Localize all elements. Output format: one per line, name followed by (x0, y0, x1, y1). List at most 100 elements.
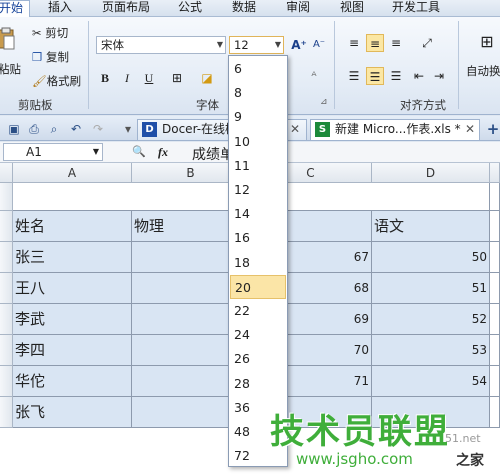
font-size-option[interactable]: 12 (230, 178, 286, 202)
tab-data[interactable]: 数据 (232, 0, 256, 17)
table-cell[interactable]: 50 (372, 242, 490, 273)
chevron-down-icon[interactable]: ▼ (93, 144, 99, 160)
font-size-option[interactable]: 9 (230, 105, 286, 129)
italic-button[interactable]: I (118, 69, 136, 87)
dialog-launcher-icon[interactable]: ⊿ (320, 97, 328, 107)
align-middle-icon[interactable]: ≡ (366, 34, 384, 52)
table-cell[interactable] (490, 335, 500, 366)
table-cell[interactable]: 姓名 (13, 211, 132, 242)
tab-view[interactable]: 视图 (340, 0, 364, 17)
table-cell[interactable] (490, 273, 500, 304)
column-header[interactable] (490, 163, 500, 183)
table-cell[interactable]: 52 (372, 304, 490, 335)
table-cell[interactable] (372, 183, 490, 211)
zoom-icon[interactable]: 🔍 (132, 145, 146, 158)
font-size-option[interactable]: 10 (230, 130, 286, 154)
font-size-option[interactable]: 20 (230, 274, 286, 299)
table-cell[interactable] (490, 397, 500, 428)
table-cell[interactable]: 李四 (13, 335, 132, 366)
print-icon[interactable]: ⎙ (26, 121, 42, 137)
table-cell[interactable]: 张三 (13, 242, 132, 273)
save-icon[interactable]: ▣ (6, 121, 22, 137)
font-size-combo[interactable]: 12 ▼ (229, 36, 284, 54)
table-cell[interactable]: 语文 (372, 211, 490, 242)
doc-tab-workbook[interactable]: S 新建 Micro...作表.xls * ✕ (310, 119, 480, 140)
fill-color-icon[interactable]: ◪ (198, 69, 216, 87)
underline-button[interactable]: U (140, 69, 158, 87)
tab-review[interactable]: 审阅 (286, 0, 310, 17)
customize-icon[interactable]: ▾ (120, 121, 136, 137)
table-cell[interactable]: 李武 (13, 304, 132, 335)
font-family-combo[interactable]: 宋体 ▼ (96, 36, 226, 54)
row-header[interactable] (0, 304, 13, 335)
column-header[interactable]: A (13, 163, 132, 183)
table-cell[interactable] (490, 366, 500, 397)
font-size-option[interactable]: 24 (230, 323, 286, 347)
format-painter-button[interactable]: 🖌格式刷 (32, 73, 81, 89)
font-size-option[interactable]: 28 (230, 372, 286, 396)
table-cell[interactable]: 54 (372, 366, 490, 397)
paste-button[interactable]: 粘贴 (0, 61, 21, 77)
row-header[interactable] (0, 242, 13, 273)
chevron-down-icon[interactable]: ▼ (217, 37, 223, 53)
select-all-corner[interactable] (0, 163, 13, 183)
row-header[interactable] (0, 335, 13, 366)
tab-page-layout[interactable]: 页面布局 (102, 0, 150, 17)
font-size-option[interactable]: 26 (230, 347, 286, 371)
table-cell[interactable] (490, 183, 500, 211)
decrease-indent-icon[interactable]: ⇤ (410, 67, 428, 85)
tab-formulas[interactable]: 公式 (178, 0, 202, 17)
row-header[interactable] (0, 183, 13, 211)
font-size-option[interactable]: 8 (230, 81, 286, 105)
close-icon[interactable]: ✕ (465, 120, 475, 139)
column-header[interactable]: D (372, 163, 490, 183)
name-box[interactable]: A1 ▼ (3, 143, 103, 161)
table-cell[interactable]: 张飞 (13, 397, 132, 428)
grow-font-button[interactable]: A⁺ (290, 36, 308, 54)
tab-developer[interactable]: 开发工具 (392, 0, 440, 17)
tab-insert[interactable]: 插入 (48, 0, 72, 17)
align-right-icon[interactable]: ☰ (387, 67, 405, 85)
table-cell[interactable]: 华佗 (13, 366, 132, 397)
align-bottom-icon[interactable]: ≡ (387, 34, 405, 52)
row-header[interactable] (0, 366, 13, 397)
phonetic-icon[interactable]: ᴬ (305, 67, 323, 85)
fx-icon[interactable]: fx (158, 145, 168, 160)
font-size-option[interactable]: 11 (230, 154, 286, 178)
paste-icon[interactable] (0, 27, 16, 51)
wrap-text-button[interactable]: 自动换 (466, 63, 500, 79)
font-size-option[interactable]: 14 (230, 202, 286, 226)
table-cell[interactable] (490, 211, 500, 242)
font-size-option[interactable]: 16 (230, 226, 286, 250)
align-top-icon[interactable]: ≡ (345, 34, 363, 52)
redo-icon[interactable]: ↷ (90, 121, 106, 137)
shrink-font-button[interactable]: A⁻ (310, 36, 328, 54)
table-cell[interactable]: 王八 (13, 273, 132, 304)
chevron-down-icon[interactable]: ▼ (275, 37, 281, 53)
tab-home[interactable]: 开始 (0, 0, 30, 18)
orientation-icon[interactable]: ⤢ (418, 34, 436, 52)
table-cell[interactable] (490, 242, 500, 273)
row-header[interactable] (0, 397, 13, 428)
new-tab-icon[interactable]: + (485, 121, 500, 137)
row-header[interactable] (0, 273, 13, 304)
cut-button[interactable]: ✂ 剪切 (32, 25, 68, 41)
table-cell[interactable]: 51 (372, 273, 490, 304)
align-center-icon[interactable]: ☰ (366, 67, 384, 85)
font-size-option[interactable]: 18 (230, 251, 286, 275)
undo-icon[interactable]: ↶ (68, 121, 84, 137)
wrap-text-icon[interactable]: ⊞ (478, 33, 496, 51)
table-cell[interactable]: 53 (372, 335, 490, 366)
copy-button[interactable]: ❐ 复制 (32, 49, 69, 65)
close-icon[interactable]: ✕ (290, 120, 300, 139)
table-cell[interactable] (13, 183, 132, 211)
align-left-icon[interactable]: ☰ (345, 67, 363, 85)
border-icon[interactable]: ⊞ (168, 69, 186, 87)
font-size-option[interactable]: 6 (230, 57, 286, 81)
increase-indent-icon[interactable]: ⇥ (430, 67, 448, 85)
table-cell[interactable] (490, 304, 500, 335)
row-header[interactable] (0, 211, 13, 242)
font-size-option[interactable]: 22 (230, 299, 286, 323)
print-preview-icon[interactable]: ⌕ (46, 121, 62, 137)
bold-button[interactable]: B (96, 69, 114, 87)
